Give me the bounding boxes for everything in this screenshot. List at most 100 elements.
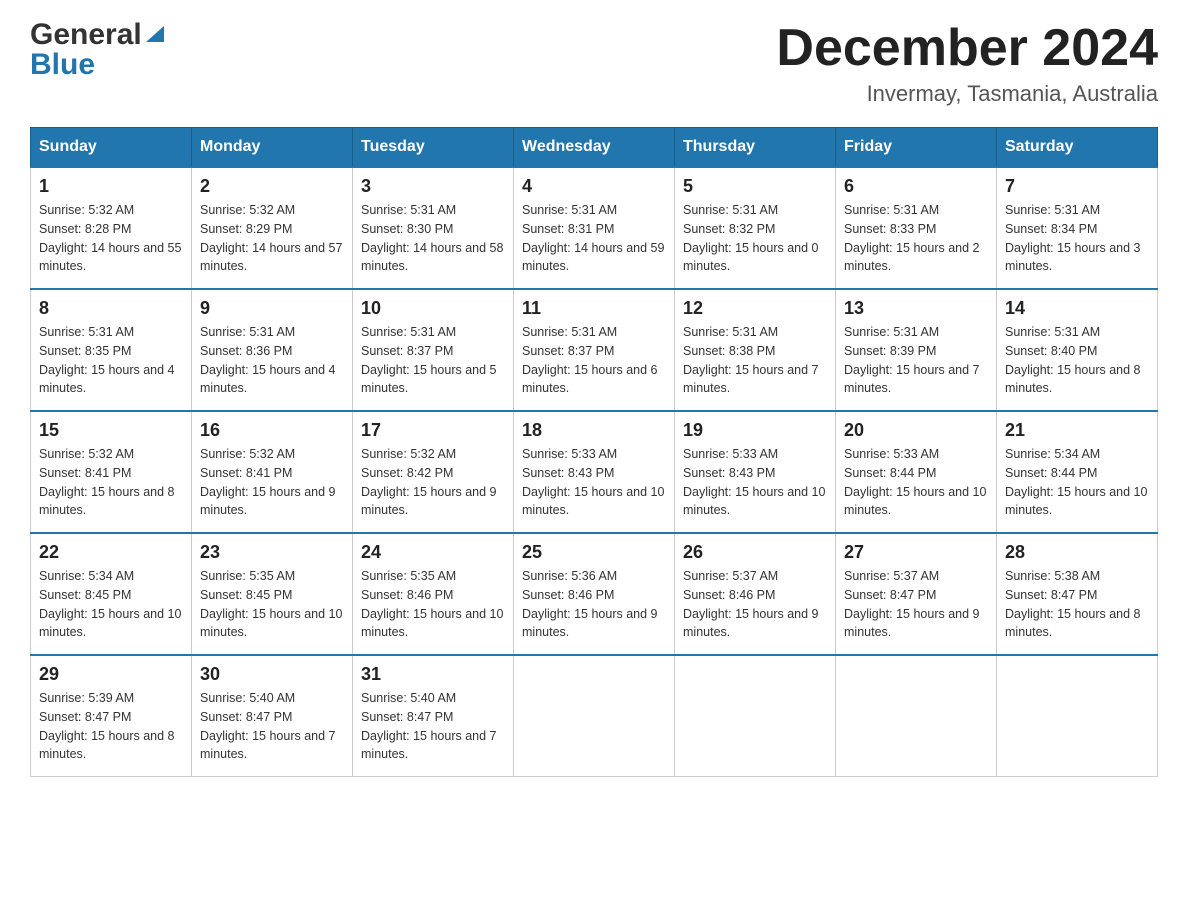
calendar-week-row: 1 Sunrise: 5:32 AM Sunset: 8:28 PM Dayli… (31, 167, 1158, 289)
day-number: 21 (1005, 420, 1149, 441)
calendar-cell: 9 Sunrise: 5:31 AM Sunset: 8:36 PM Dayli… (192, 289, 353, 411)
logo-image: General Blue (30, 20, 166, 80)
day-info: Sunrise: 5:31 AM Sunset: 8:33 PM Dayligh… (844, 201, 988, 276)
calendar-cell: 2 Sunrise: 5:32 AM Sunset: 8:29 PM Dayli… (192, 167, 353, 289)
day-info: Sunrise: 5:34 AM Sunset: 8:44 PM Dayligh… (1005, 445, 1149, 520)
day-info: Sunrise: 5:31 AM Sunset: 8:35 PM Dayligh… (39, 323, 183, 398)
day-number: 26 (683, 542, 827, 563)
calendar-day-header: Sunday (31, 128, 192, 168)
day-number: 17 (361, 420, 505, 441)
calendar-cell: 16 Sunrise: 5:32 AM Sunset: 8:41 PM Dayl… (192, 411, 353, 533)
day-number: 28 (1005, 542, 1149, 563)
day-number: 15 (39, 420, 183, 441)
calendar-week-row: 29 Sunrise: 5:39 AM Sunset: 8:47 PM Dayl… (31, 655, 1158, 777)
calendar-cell: 6 Sunrise: 5:31 AM Sunset: 8:33 PM Dayli… (836, 167, 997, 289)
day-info: Sunrise: 5:38 AM Sunset: 8:47 PM Dayligh… (1005, 567, 1149, 642)
day-number: 11 (522, 298, 666, 319)
day-number: 8 (39, 298, 183, 319)
page-header: General Blue December 2024 Invermay, Tas… (30, 20, 1158, 107)
calendar-cell (836, 655, 997, 777)
day-info: Sunrise: 5:34 AM Sunset: 8:45 PM Dayligh… (39, 567, 183, 642)
day-info: Sunrise: 5:33 AM Sunset: 8:43 PM Dayligh… (522, 445, 666, 520)
day-info: Sunrise: 5:32 AM Sunset: 8:28 PM Dayligh… (39, 201, 183, 276)
calendar-cell: 8 Sunrise: 5:31 AM Sunset: 8:35 PM Dayli… (31, 289, 192, 411)
location-subtitle: Invermay, Tasmania, Australia (776, 81, 1158, 107)
calendar-cell: 31 Sunrise: 5:40 AM Sunset: 8:47 PM Dayl… (353, 655, 514, 777)
calendar-day-header: Saturday (997, 128, 1158, 168)
day-number: 12 (683, 298, 827, 319)
day-info: Sunrise: 5:31 AM Sunset: 8:37 PM Dayligh… (522, 323, 666, 398)
day-number: 3 (361, 176, 505, 197)
day-number: 20 (844, 420, 988, 441)
day-info: Sunrise: 5:31 AM Sunset: 8:38 PM Dayligh… (683, 323, 827, 398)
calendar-cell: 3 Sunrise: 5:31 AM Sunset: 8:30 PM Dayli… (353, 167, 514, 289)
day-info: Sunrise: 5:40 AM Sunset: 8:47 PM Dayligh… (361, 689, 505, 764)
calendar-cell: 19 Sunrise: 5:33 AM Sunset: 8:43 PM Dayl… (675, 411, 836, 533)
calendar-cell: 18 Sunrise: 5:33 AM Sunset: 8:43 PM Dayl… (514, 411, 675, 533)
day-number: 14 (1005, 298, 1149, 319)
calendar-day-header: Tuesday (353, 128, 514, 168)
day-info: Sunrise: 5:31 AM Sunset: 8:32 PM Dayligh… (683, 201, 827, 276)
day-info: Sunrise: 5:37 AM Sunset: 8:47 PM Dayligh… (844, 567, 988, 642)
calendar-cell: 1 Sunrise: 5:32 AM Sunset: 8:28 PM Dayli… (31, 167, 192, 289)
calendar-cell: 5 Sunrise: 5:31 AM Sunset: 8:32 PM Dayli… (675, 167, 836, 289)
day-number: 1 (39, 176, 183, 197)
day-info: Sunrise: 5:35 AM Sunset: 8:46 PM Dayligh… (361, 567, 505, 642)
day-number: 5 (683, 176, 827, 197)
calendar-cell: 15 Sunrise: 5:32 AM Sunset: 8:41 PM Dayl… (31, 411, 192, 533)
calendar-cell: 21 Sunrise: 5:34 AM Sunset: 8:44 PM Dayl… (997, 411, 1158, 533)
calendar-cell: 10 Sunrise: 5:31 AM Sunset: 8:37 PM Dayl… (353, 289, 514, 411)
day-number: 18 (522, 420, 666, 441)
calendar-cell: 13 Sunrise: 5:31 AM Sunset: 8:39 PM Dayl… (836, 289, 997, 411)
day-number: 2 (200, 176, 344, 197)
calendar-cell: 17 Sunrise: 5:32 AM Sunset: 8:42 PM Dayl… (353, 411, 514, 533)
logo-general-text: General (30, 20, 142, 50)
day-info: Sunrise: 5:32 AM Sunset: 8:29 PM Dayligh… (200, 201, 344, 276)
day-number: 4 (522, 176, 666, 197)
day-info: Sunrise: 5:32 AM Sunset: 8:42 PM Dayligh… (361, 445, 505, 520)
day-number: 29 (39, 664, 183, 685)
calendar-cell: 26 Sunrise: 5:37 AM Sunset: 8:46 PM Dayl… (675, 533, 836, 655)
calendar-cell: 14 Sunrise: 5:31 AM Sunset: 8:40 PM Dayl… (997, 289, 1158, 411)
day-number: 30 (200, 664, 344, 685)
month-title: December 2024 (776, 20, 1158, 77)
day-info: Sunrise: 5:37 AM Sunset: 8:46 PM Dayligh… (683, 567, 827, 642)
day-info: Sunrise: 5:31 AM Sunset: 8:31 PM Dayligh… (522, 201, 666, 276)
calendar-cell: 30 Sunrise: 5:40 AM Sunset: 8:47 PM Dayl… (192, 655, 353, 777)
day-info: Sunrise: 5:33 AM Sunset: 8:44 PM Dayligh… (844, 445, 988, 520)
day-number: 16 (200, 420, 344, 441)
calendar-cell: 24 Sunrise: 5:35 AM Sunset: 8:46 PM Dayl… (353, 533, 514, 655)
logo: General Blue (30, 20, 166, 80)
calendar-week-row: 15 Sunrise: 5:32 AM Sunset: 8:41 PM Dayl… (31, 411, 1158, 533)
day-info: Sunrise: 5:33 AM Sunset: 8:43 PM Dayligh… (683, 445, 827, 520)
day-number: 13 (844, 298, 988, 319)
day-info: Sunrise: 5:31 AM Sunset: 8:36 PM Dayligh… (200, 323, 344, 398)
day-number: 24 (361, 542, 505, 563)
calendar-cell: 20 Sunrise: 5:33 AM Sunset: 8:44 PM Dayl… (836, 411, 997, 533)
calendar-cell (514, 655, 675, 777)
day-number: 22 (39, 542, 183, 563)
calendar-cell (675, 655, 836, 777)
day-number: 9 (200, 298, 344, 319)
calendar-cell: 29 Sunrise: 5:39 AM Sunset: 8:47 PM Dayl… (31, 655, 192, 777)
calendar-cell: 11 Sunrise: 5:31 AM Sunset: 8:37 PM Dayl… (514, 289, 675, 411)
calendar-cell: 7 Sunrise: 5:31 AM Sunset: 8:34 PM Dayli… (997, 167, 1158, 289)
calendar-week-row: 22 Sunrise: 5:34 AM Sunset: 8:45 PM Dayl… (31, 533, 1158, 655)
calendar-week-row: 8 Sunrise: 5:31 AM Sunset: 8:35 PM Dayli… (31, 289, 1158, 411)
day-number: 19 (683, 420, 827, 441)
calendar-day-header: Thursday (675, 128, 836, 168)
day-number: 31 (361, 664, 505, 685)
day-info: Sunrise: 5:31 AM Sunset: 8:40 PM Dayligh… (1005, 323, 1149, 398)
calendar-cell: 12 Sunrise: 5:31 AM Sunset: 8:38 PM Dayl… (675, 289, 836, 411)
day-number: 25 (522, 542, 666, 563)
day-number: 23 (200, 542, 344, 563)
calendar-cell: 23 Sunrise: 5:35 AM Sunset: 8:45 PM Dayl… (192, 533, 353, 655)
calendar-cell (997, 655, 1158, 777)
day-info: Sunrise: 5:31 AM Sunset: 8:39 PM Dayligh… (844, 323, 988, 398)
title-block: December 2024 Invermay, Tasmania, Austra… (776, 20, 1158, 107)
day-number: 7 (1005, 176, 1149, 197)
day-number: 10 (361, 298, 505, 319)
day-info: Sunrise: 5:36 AM Sunset: 8:46 PM Dayligh… (522, 567, 666, 642)
calendar-cell: 28 Sunrise: 5:38 AM Sunset: 8:47 PM Dayl… (997, 533, 1158, 655)
calendar-day-header: Wednesday (514, 128, 675, 168)
